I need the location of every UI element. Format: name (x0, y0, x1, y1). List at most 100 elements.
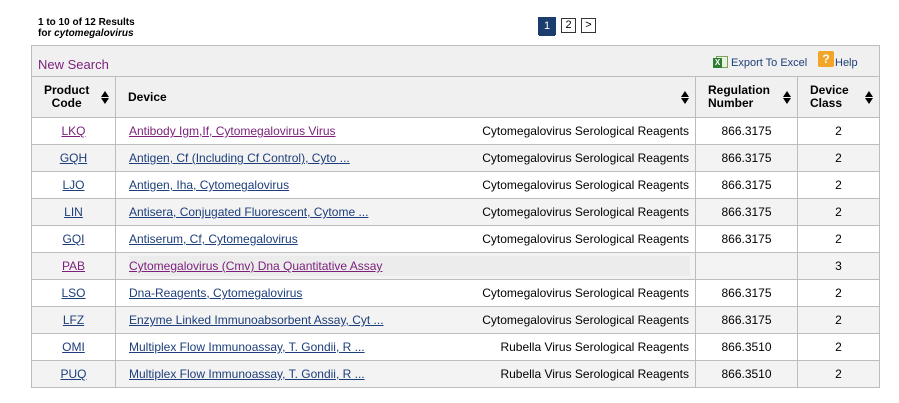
search-term: cytomegalovirus (54, 28, 134, 39)
regulation-number-cell: 866.3510 (695, 360, 798, 388)
device-class-header-label: Device Class (810, 83, 849, 110)
sort-icon[interactable] (865, 90, 873, 104)
device-cell: Antigen, Iha, Cytomegalovirus Cytomegalov… (115, 171, 696, 199)
regulation-panel: Rubella Virus Serological Reagents (500, 340, 689, 354)
export-to-excel-link[interactable]: X Export To Excel (713, 55, 807, 69)
table-row: PUQ Multiplex Flow Immunoassay, T. Gondii… (31, 360, 880, 388)
help-link[interactable]: ? Help (818, 51, 858, 69)
results-term-line: for cytomegalovirus (38, 28, 135, 39)
device-class-cell: 2 (797, 360, 880, 388)
results-summary: 1 to 10 of 12 Results for cytomegaloviru… (38, 17, 135, 39)
device-cell: Antigen, Cf (Including Cf Control), Cyto… (115, 144, 696, 172)
product-code-cell: PAB (31, 252, 116, 280)
regulation-panel: Cytomegalovirus Serological Reagents (482, 178, 689, 192)
device-cell: Antiserum, Cf, Cytomegalovirus Cytomegalo… (115, 225, 696, 253)
product-code-link[interactable]: LFZ (63, 313, 84, 327)
table-row: LSO Dna-Reagents, Cytomegalovirus Cytomega… (31, 279, 880, 307)
next-page-button[interactable]: > (581, 18, 596, 33)
device-cell: Antisera, Conjugated Fluorescent, Cytome… (115, 198, 696, 226)
regulation-number-cell: 866.3175 (695, 306, 798, 334)
table-row: GQI Antiserum, Cf, Cytomegalovirus Cytomeg… (31, 225, 880, 253)
sort-icon[interactable] (101, 90, 109, 104)
product-code-cell: LSO (31, 279, 116, 307)
regulation-number-cell: 866.3175 (695, 117, 798, 145)
product-code-cell: OMI (31, 333, 116, 361)
device-class-header[interactable]: Device Class (797, 76, 880, 118)
product-code-link[interactable]: LKQ (61, 124, 85, 138)
table-row: LFZ Enzyme Linked Immunoabsorbent Assay, … (31, 306, 880, 334)
device-link[interactable]: Antibody Igm,If, Cytomegalovirus Virus (129, 124, 336, 138)
regulation-number-header[interactable]: Regulation Number (695, 76, 798, 118)
regulation-panel: Rubella Virus Serological Reagents (500, 367, 689, 381)
regulation-panel: Cytomegalovirus Serological Reagents (482, 313, 689, 327)
device-link[interactable]: Dna-Reagents, Cytomegalovirus (129, 286, 302, 300)
for-label: for (38, 28, 55, 39)
device-class-cell: 2 (797, 171, 880, 199)
product-code-header-label: Product Code (44, 83, 90, 110)
regulation-number-cell: 866.3175 (695, 171, 798, 199)
device-link[interactable]: Multiplex Flow Immunoassay, T. Gondii, R… (129, 367, 365, 381)
device-link[interactable]: Antigen, Iha, Cytomegalovirus (129, 178, 289, 192)
device-cell: Dna-Reagents, Cytomegalovirus Cytomegalov… (115, 279, 696, 307)
results-panel: New Search X Export To Excel ? Help Prod… (31, 45, 880, 388)
device-header[interactable]: Device (115, 76, 696, 118)
table-header-row: Product Code Device Regulation Number De… (31, 76, 880, 118)
regulation-panel: Cytomegalovirus Serological Reagents (482, 205, 689, 219)
export-label: Export To Excel (731, 57, 808, 69)
sort-icon[interactable] (681, 90, 689, 104)
sort-icon[interactable] (783, 90, 791, 104)
results-table: Product Code Device Regulation Number De… (31, 76, 880, 388)
regulation-panel: Cytomegalovirus Serological Reagents (482, 232, 689, 246)
help-label: Help (835, 57, 858, 69)
device-class-cell: 2 (797, 144, 880, 172)
regulation-number-header-label: Regulation Number (708, 83, 770, 110)
page-1-button[interactable]: 1 (538, 17, 556, 35)
table-row: LJO Antigen, Iha, Cytomegalovirus Cytomega… (31, 171, 880, 199)
regulation-number-cell: 866.3510 (695, 333, 798, 361)
device-class-cell: 2 (797, 306, 880, 334)
help-icon: ? (818, 51, 834, 67)
product-code-header[interactable]: Product Code (31, 76, 116, 118)
device-class-cell: 2 (797, 279, 880, 307)
device-link[interactable]: Multiplex Flow Immunoassay, T. Gondii, R… (129, 340, 365, 354)
regulation-panel: Cytomegalovirus Serological Reagents (482, 151, 689, 165)
device-link[interactable]: Antisera, Conjugated Fluorescent, Cytome… (129, 205, 368, 219)
new-search-link[interactable]: New Search (38, 57, 109, 72)
page-2-button[interactable]: 2 (561, 18, 576, 33)
table-row: PAB Cytomegalovirus (Cmv) Dna Quantitativ… (31, 252, 880, 280)
product-code-link[interactable]: LJO (62, 178, 84, 192)
device-cell: Cytomegalovirus (Cmv) Dna Quantitative A… (115, 252, 696, 280)
product-code-link[interactable]: LSO (61, 286, 85, 300)
product-code-link[interactable]: GQH (60, 151, 87, 165)
device-link[interactable]: Enzyme Linked Immunoabsorbent Assay, Cyt… (129, 313, 384, 327)
table-row: LIN Antisera, Conjugated Fluorescent, Cyt… (31, 198, 880, 226)
device-header-label: Device (128, 89, 167, 104)
device-cell: Multiplex Flow Immunoassay, T. Gondii, R… (115, 333, 696, 361)
regulation-number-cell: 866.3175 (695, 198, 798, 226)
regulation-panel: Cytomegalovirus Serological Reagents (482, 286, 689, 300)
device-class-cell: 3 (797, 252, 880, 280)
product-code-link[interactable]: LIN (64, 205, 83, 219)
product-code-cell: GQI (31, 225, 116, 253)
product-code-link[interactable]: GQI (62, 232, 84, 246)
product-code-cell: LJO (31, 171, 116, 199)
product-code-link[interactable]: OMI (62, 340, 85, 354)
product-code-cell: LIN (31, 198, 116, 226)
regulation-number-cell: 866.3175 (695, 144, 798, 172)
product-code-link[interactable]: PAB (62, 259, 85, 273)
device-link[interactable]: Cytomegalovirus (Cmv) Dna Quantitative A… (129, 259, 382, 273)
product-code-link[interactable]: PUQ (60, 367, 86, 381)
regulation-number-cell: 866.3175 (695, 279, 798, 307)
device-link[interactable]: Antiserum, Cf, Cytomegalovirus (129, 232, 298, 246)
device-cell: Multiplex Flow Immunoassay, T. Gondii, R… (115, 360, 696, 388)
device-cell: Enzyme Linked Immunoabsorbent Assay, Cyt… (115, 306, 696, 334)
product-code-cell: LFZ (31, 306, 116, 334)
results-toolbar: New Search X Export To Excel ? Help (32, 46, 879, 76)
device-cell: Antibody Igm,If, Cytomegalovirus Virus Cy… (115, 117, 696, 145)
regulation-number-cell (695, 252, 798, 280)
table-row: GQH Antigen, Cf (Including Cf Control), C… (31, 144, 880, 172)
device-class-cell: 2 (797, 117, 880, 145)
table-row: OMI Multiplex Flow Immunoassay, T. Gondii… (31, 333, 880, 361)
device-link[interactable]: Antigen, Cf (Including Cf Control), Cyto… (129, 151, 350, 165)
product-code-cell: GQH (31, 144, 116, 172)
